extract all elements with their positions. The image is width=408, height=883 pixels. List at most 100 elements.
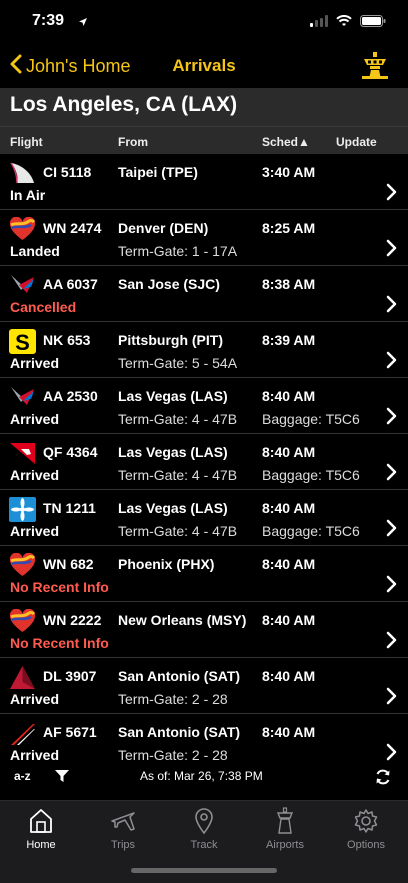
tab-options-label: Options (347, 839, 385, 851)
chevron-right-icon[interactable] (386, 631, 398, 654)
flight-row[interactable]: WN 682 No Recent Info Phoenix (PHX) 8:40 AM (0, 546, 408, 602)
chevron-right-icon[interactable] (386, 407, 398, 430)
navigation-bar: John's Home Arrivals (0, 44, 408, 88)
wifi-icon (336, 14, 352, 32)
chevron-right-icon[interactable] (386, 743, 398, 766)
air-france-logo-icon (9, 721, 36, 746)
column-header: Flight From Sched▲ Update (0, 126, 408, 154)
origin-airport: Denver (DEN) (118, 220, 209, 236)
flight-number: CI 5118 (43, 164, 92, 180)
baggage-claim: Baggage: T5C6 (262, 467, 360, 483)
flight-row[interactable]: TN 1211 Arrived Las Vegas (LAS) Term-Gate: … (0, 490, 408, 546)
flight-row[interactable]: AA 6037 Cancelled San Jose (SJC) 8:38 AM (0, 266, 408, 322)
origin-airport: Taipei (TPE) (118, 164, 198, 180)
flight-row[interactable]: S NK 653 Arrived Pittsburgh (PIT) Term-Gate:… (0, 322, 408, 378)
flight-status: Arrived (10, 355, 60, 371)
scheduled-time: 8:40 AM (262, 500, 316, 516)
southwest-logo-icon (9, 552, 36, 578)
signal-icon (310, 14, 328, 32)
terminal-gate: Term-Gate: 2 - 28 (118, 691, 228, 707)
scheduled-time: 8:40 AM (262, 724, 316, 740)
chevron-right-icon[interactable] (386, 351, 398, 374)
chevron-right-icon[interactable] (386, 239, 398, 262)
airport-title: Los Angeles, CA (LAX) (10, 93, 238, 116)
chevron-right-icon[interactable] (386, 463, 398, 486)
list-footer: a-z As of: Mar 26, 7:38 PM (0, 766, 408, 796)
delta-logo-icon (9, 665, 36, 690)
scheduled-time: 8:40 AM (262, 668, 316, 684)
sort-az-button[interactable]: a-z (14, 769, 31, 783)
flight-number: NK 653 (43, 332, 91, 348)
flight-number: DL 3907 (43, 668, 97, 684)
tab-trips-label: Trips (110, 839, 136, 851)
chevron-right-icon[interactable] (386, 519, 398, 542)
scheduled-time: 3:40 AM (262, 164, 316, 180)
flight-number: WN 2222 (43, 612, 102, 628)
plane-icon (93, 807, 153, 835)
tab-options[interactable]: Options (336, 807, 396, 851)
origin-airport: Las Vegas (LAS) (118, 500, 228, 516)
flight-row[interactable]: AA 2530 Arrived Las Vegas (LAS) Term-Gate: … (0, 378, 408, 434)
column-flight[interactable]: Flight (10, 135, 43, 149)
tab-home-label: Home (26, 839, 56, 851)
column-update[interactable]: Update (336, 135, 377, 149)
chevron-right-icon[interactable] (386, 183, 398, 206)
status-time: 7:39 (32, 12, 65, 29)
status-bar: 7:39 (0, 0, 408, 44)
control-tower-icon (255, 807, 315, 835)
flight-row[interactable]: WN 2474 Landed Denver (DEN) Term-Gate: 1 - … (0, 210, 408, 266)
home-indicator (131, 868, 277, 873)
location-pin-icon (174, 807, 234, 835)
flight-row[interactable]: WN 2222 No Recent Info New Orleans (MSY) 8:… (0, 602, 408, 658)
southwest-logo-icon (9, 608, 36, 634)
scheduled-time: 8:39 AM (262, 332, 316, 348)
control-tower-icon[interactable] (360, 50, 390, 85)
scheduled-time: 8:40 AM (262, 612, 316, 628)
flight-number: AA 2530 (43, 388, 98, 404)
flight-status: Arrived (10, 411, 60, 427)
flight-status: Arrived (10, 467, 60, 483)
scheduled-time: 8:38 AM (262, 276, 316, 292)
flight-status: Arrived (10, 523, 60, 539)
airport-header: Los Angeles, CA (LAX) (0, 88, 408, 126)
baggage-claim: Baggage: T5C6 (262, 411, 360, 427)
tab-airports[interactable]: Airports (255, 807, 315, 851)
tab-track[interactable]: Track (174, 807, 234, 851)
american-logo-icon (9, 385, 36, 410)
air-tahiti-logo-icon (9, 497, 36, 522)
scheduled-time: 8:40 AM (262, 556, 316, 572)
flight-row[interactable]: DL 3907 Arrived San Antonio (SAT) Term-Gate… (0, 658, 408, 714)
flight-number: QF 4364 (43, 444, 98, 460)
refresh-icon[interactable] (374, 768, 392, 789)
tab-home[interactable]: Home (11, 807, 71, 851)
southwest-logo-icon (9, 216, 36, 242)
flight-status: Arrived (10, 747, 60, 763)
terminal-gate: Term-Gate: 2 - 28 (118, 747, 228, 763)
flight-row[interactable]: CI 5118 In Air Taipei (TPE) 3:40 AM (0, 154, 408, 210)
scheduled-time: 8:40 AM (262, 444, 316, 460)
spirit-logo-icon: S (9, 329, 36, 355)
flight-status: In Air (10, 187, 46, 203)
column-sched[interactable]: Sched▲ (262, 135, 310, 149)
column-from[interactable]: From (118, 135, 148, 149)
terminal-gate: Term-Gate: 4 - 47B (118, 467, 238, 483)
chevron-right-icon[interactable] (386, 687, 398, 710)
scheduled-time: 8:25 AM (262, 220, 316, 236)
home-icon (11, 807, 71, 835)
chevron-right-icon[interactable] (386, 295, 398, 318)
china-airlines-logo-icon (9, 161, 36, 186)
flight-row[interactable]: AF 5671 Arrived San Antonio (SAT) Term-Gate… (0, 714, 408, 766)
origin-airport: Las Vegas (LAS) (118, 444, 228, 460)
location-arrow-icon (78, 14, 88, 32)
flight-status: Landed (10, 243, 60, 259)
chevron-right-icon[interactable] (386, 575, 398, 598)
flight-row[interactable]: QF 4364 Arrived Las Vegas (LAS) Term-Gate: … (0, 434, 408, 490)
flight-list[interactable]: CI 5118 In Air Taipei (TPE) 3:40 AM WN 2474 L… (0, 154, 408, 766)
origin-airport: San Jose (SJC) (118, 276, 220, 292)
origin-airport: New Orleans (MSY) (118, 612, 247, 628)
tab-trips[interactable]: Trips (93, 807, 153, 851)
filter-icon[interactable] (54, 768, 70, 787)
qantas-logo-icon (9, 441, 36, 466)
flight-number: WN 682 (43, 556, 94, 572)
flight-number: AF 5671 (43, 724, 97, 740)
